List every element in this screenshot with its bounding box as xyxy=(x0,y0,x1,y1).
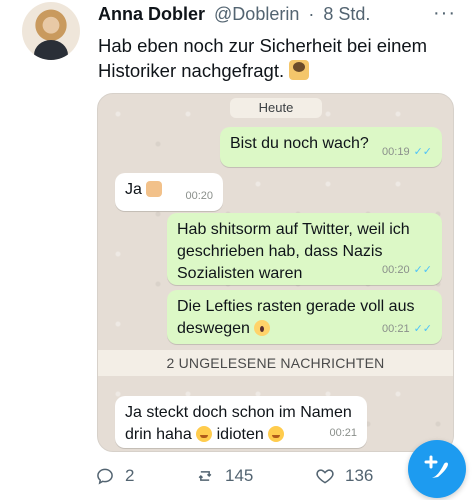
laughing-face-icon xyxy=(196,426,213,442)
chat-message: Hab shitsorm auf Twitter, weil ich gesch… xyxy=(167,213,442,285)
chat-message: Bist du noch wach? 00:19 ✓✓ xyxy=(220,127,442,167)
message-time: 00:21 xyxy=(382,323,410,335)
read-ticks-icon: ✓✓ xyxy=(413,146,432,158)
message-text: Hab shitsorm auf Twitter, weil ich gesch… xyxy=(177,221,410,282)
retweet-count: 145 xyxy=(225,466,254,485)
message-text: Ja xyxy=(125,181,142,198)
tweet-time[interactable]: 8 Std. xyxy=(323,4,370,24)
message-text: Bist du noch wach? xyxy=(230,135,369,152)
chat-screenshot: Heute Bist du noch wach? 00:19 ✓✓ Ja 00:2… xyxy=(97,93,454,452)
like-action[interactable]: 136 xyxy=(315,466,373,486)
read-ticks-icon: ✓✓ xyxy=(413,264,432,276)
message-meta: 00:21 xyxy=(329,422,357,444)
author-name[interactable]: Anna Dobler xyxy=(98,4,205,24)
like-count: 136 xyxy=(345,466,374,485)
message-time: 00:20 xyxy=(185,190,213,202)
tweet-header: Anna Dobler @Doblerin · 8 Std. xyxy=(98,4,370,25)
unread-divider: 2 UNGELESENE NACHRICHTEN xyxy=(98,350,453,376)
person-raising-hand-icon xyxy=(289,60,310,80)
thumbs-up-icon xyxy=(146,181,163,197)
compose-button[interactable] xyxy=(408,440,466,498)
tweet-text: Hab eben noch zur Sicherheit bei einem H… xyxy=(98,33,448,83)
reply-count: 2 xyxy=(125,466,135,485)
heart-icon xyxy=(316,469,334,484)
retweet-icon xyxy=(198,471,212,481)
tweet-text-content: Hab eben noch zur Sicherheit bei einem H… xyxy=(98,35,428,81)
reply-icon xyxy=(97,468,113,485)
message-text: Die Lefties rasten gerade voll aus deswe… xyxy=(177,298,415,337)
message-text-line2a: drin haha xyxy=(125,426,192,443)
message-meta: 00:21 ✓✓ xyxy=(382,318,432,340)
avatar[interactable] xyxy=(22,2,80,60)
author-handle[interactable]: @Doblerin xyxy=(214,4,299,24)
tweet-actions: 2 145 136 xyxy=(95,466,435,496)
message-meta: 00:20 xyxy=(185,185,213,207)
message-text-line1: Ja steckt doch schon im Namen xyxy=(125,404,352,421)
retweet-action[interactable]: 145 xyxy=(195,466,253,486)
chat-message: Die Lefties rasten gerade voll aus deswe… xyxy=(167,290,442,344)
chat-message: Ja 00:20 xyxy=(115,173,223,211)
separator-dot: · xyxy=(308,4,315,24)
message-time: 00:21 xyxy=(329,427,357,439)
message-meta: 00:20 ✓✓ xyxy=(382,259,432,281)
chat-message: Ja steckt doch schon im Namen drin haha … xyxy=(115,396,367,448)
read-ticks-icon: ✓✓ xyxy=(413,323,432,335)
message-text-line2b: idioten xyxy=(216,426,264,443)
more-icon[interactable]: ··· xyxy=(433,2,456,25)
date-pill: Heute xyxy=(230,98,322,118)
message-time: 00:20 xyxy=(382,264,410,276)
message-time: 00:19 xyxy=(382,146,410,158)
compose-icon xyxy=(424,455,448,478)
message-meta: 00:19 ✓✓ xyxy=(382,141,432,163)
laughing-face-icon xyxy=(268,426,285,442)
screaming-face-icon xyxy=(254,320,271,336)
reply-action[interactable]: 2 xyxy=(95,466,134,486)
